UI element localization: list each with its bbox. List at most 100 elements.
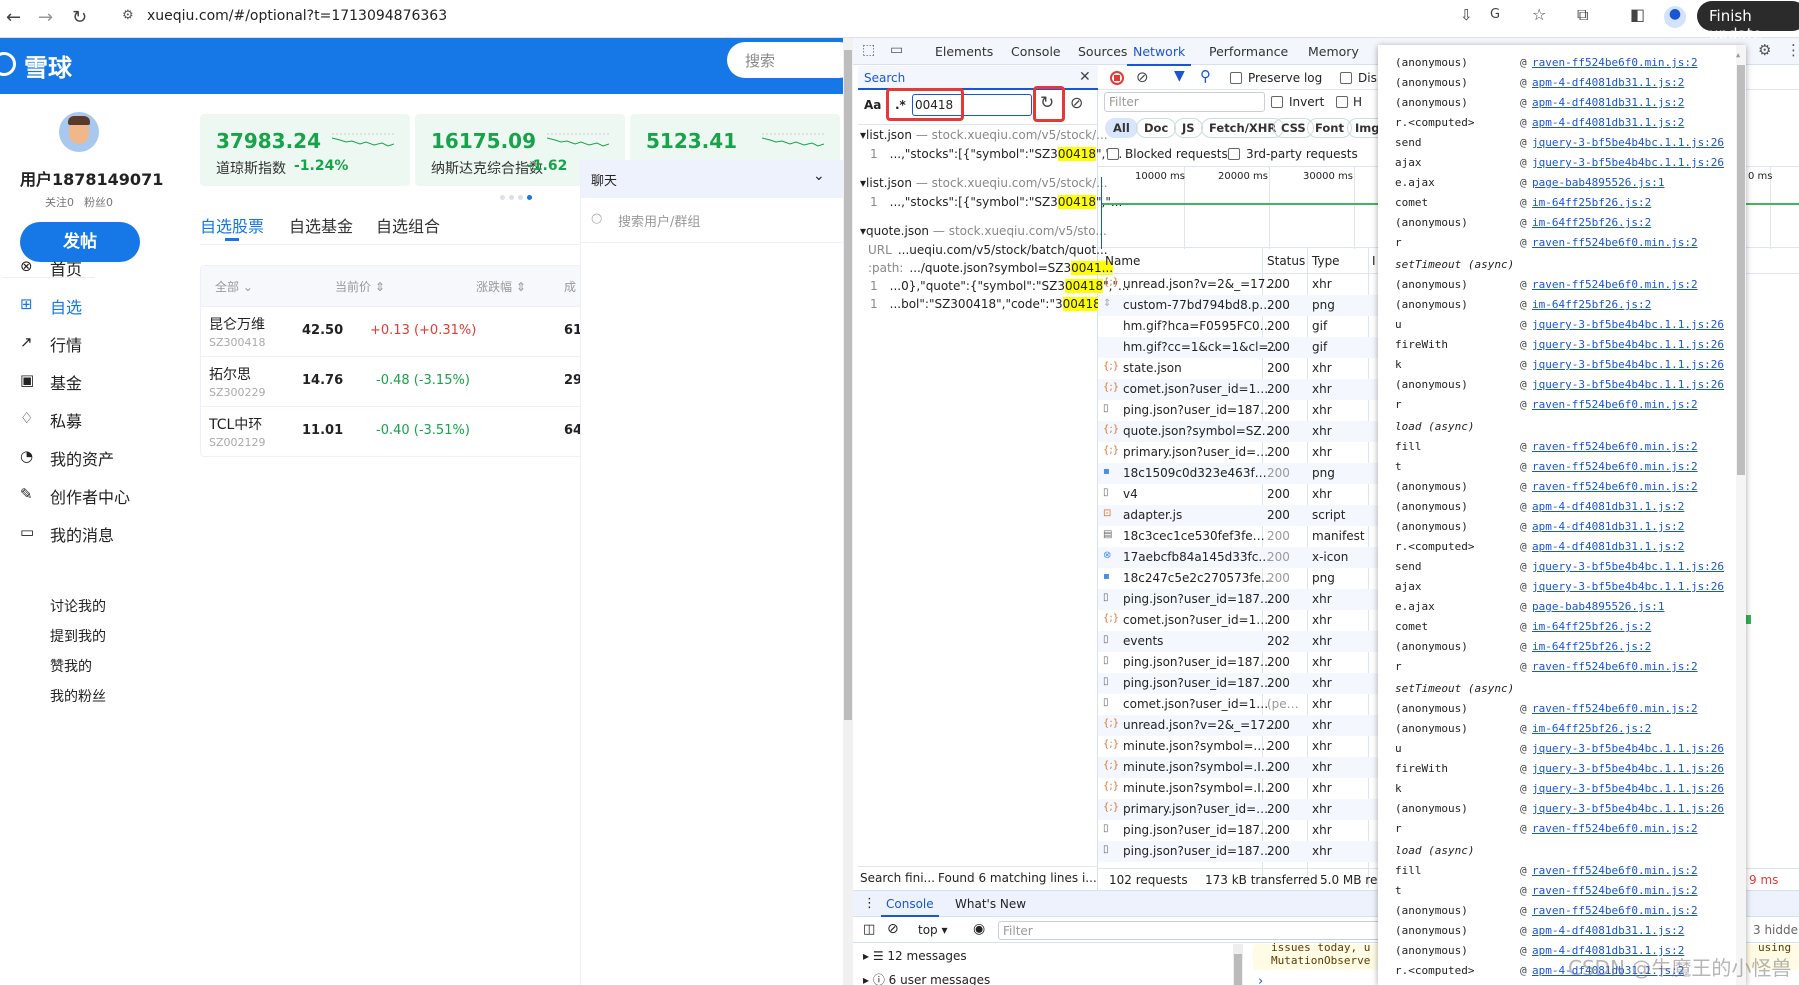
- hide-data-urls-checkbox[interactable]: [1336, 96, 1348, 108]
- sidebar-subitem[interactable]: 赞我的: [50, 656, 92, 676]
- sidebar-item[interactable]: ⊗ 首页: [20, 256, 150, 280]
- context-selector[interactable]: top ▾: [918, 923, 948, 937]
- type-filter-chip[interactable]: All: [1105, 118, 1138, 138]
- sidebar-item[interactable]: ▣ 基金: [20, 370, 150, 394]
- site-search-input[interactable]: 搜索: [727, 42, 853, 78]
- stock-name[interactable]: 昆仑万维: [209, 314, 265, 334]
- sidebar-item[interactable]: ▭ 我的消息: [20, 522, 150, 546]
- record-icon[interactable]: [1110, 71, 1124, 85]
- stock-name[interactable]: 拓尔思: [209, 364, 251, 384]
- address-bar[interactable]: ⚙ xueqiu.com/#/optional?t=1713094876363 …: [112, 2, 1546, 32]
- sidebar-item[interactable]: ↗ 行情: [20, 332, 150, 356]
- sidebar-subitem[interactable]: 提到我的: [50, 626, 106, 646]
- forward-icon[interactable]: →: [38, 7, 53, 28]
- preserve-log-checkbox[interactable]: [1230, 72, 1242, 84]
- disable-cache-checkbox[interactable]: [1340, 72, 1352, 84]
- col-type[interactable]: Type: [1312, 254, 1340, 268]
- extensions-icon[interactable]: ⧉: [1577, 5, 1588, 25]
- search-result-file[interactable]: ▾quote.json — stock.xueqiu.com/v5/sto...: [860, 224, 1107, 238]
- search-result-line[interactable]: URL ...ueqiu.com/v5/stock/batch/quot...: [868, 243, 1108, 257]
- search-result-line[interactable]: :path: .../quote.json?symbol=SZ30041...: [868, 261, 1114, 275]
- source-link[interactable]: raven-ff524be6f0.min.js:2: [1532, 440, 1698, 453]
- source-link[interactable]: apm-4-df4081db31.1.js:2: [1532, 116, 1684, 129]
- filter-all-dropdown[interactable]: 全部 ⌄: [215, 278, 253, 295]
- sidebar-scrollbar[interactable]: [1233, 944, 1243, 985]
- source-link[interactable]: raven-ff524be6f0.min.js:2: [1532, 884, 1698, 897]
- tab-console[interactable]: Console: [881, 897, 939, 917]
- source-link[interactable]: jquery-3-bf5be4b4bc.1.1.js:26: [1532, 378, 1724, 391]
- source-link[interactable]: jquery-3-bf5be4b4bc.1.1.js:26: [1532, 156, 1724, 169]
- search-result-line[interactable]: 1...bol":"SZ300418","code":"300418",...: [870, 297, 1122, 311]
- reload-icon[interactable]: ↻: [72, 7, 87, 28]
- filter-funnel-icon[interactable]: ▼: [1174, 68, 1185, 84]
- source-link[interactable]: raven-ff524be6f0.min.js:2: [1532, 56, 1698, 69]
- live-expression-eye-icon[interactable]: ◉: [973, 921, 985, 937]
- col-status[interactable]: Status: [1267, 254, 1305, 268]
- source-link[interactable]: raven-ff524be6f0.min.js:2: [1532, 236, 1698, 249]
- type-filter-chip[interactable]: Fetch/XHR: [1201, 118, 1285, 138]
- source-link[interactable]: raven-ff524be6f0.min.js:2: [1532, 904, 1698, 917]
- index-card[interactable]: 37983.24 道琼斯指数 -1.24%: [200, 114, 410, 186]
- source-link[interactable]: jquery-3-bf5be4b4bc.1.1.js:26: [1532, 762, 1724, 775]
- third-party-checkbox[interactable]: [1228, 148, 1240, 160]
- sidebar-item[interactable]: ♢ 私募: [20, 408, 150, 432]
- fans-count[interactable]: 粉丝0: [84, 194, 113, 210]
- search-icon[interactable]: ⚲: [1200, 67, 1211, 85]
- col-name[interactable]: Name: [1105, 254, 1140, 268]
- url-text[interactable]: xueqiu.com/#/optional?t=1713094876363: [147, 8, 447, 24]
- source-link[interactable]: im-64ff25bf26.js:2: [1532, 640, 1651, 653]
- source-link[interactable]: raven-ff524be6f0.min.js:2: [1532, 822, 1698, 835]
- type-filter-chip[interactable]: Font: [1307, 118, 1352, 138]
- source-link[interactable]: apm-4-df4081db31.1.js:2: [1532, 924, 1684, 937]
- sort-change[interactable]: 涨跌幅 ⇕: [476, 278, 526, 295]
- settings-gear-icon[interactable]: ⚙: [1758, 41, 1771, 59]
- invert-checkbox[interactable]: [1271, 96, 1283, 108]
- chat-search-input[interactable]: ○ 搜索用户/群组: [581, 198, 844, 243]
- source-link[interactable]: apm-4-df4081db31.1.js:2: [1532, 500, 1684, 513]
- source-link[interactable]: im-64ff25bf26.js:2: [1532, 722, 1651, 735]
- network-filter-input[interactable]: Filter: [1104, 92, 1265, 112]
- source-link[interactable]: jquery-3-bf5be4b4bc.1.1.js:26: [1532, 802, 1724, 815]
- source-link[interactable]: apm-4-df4081db31.1.js:2: [1532, 520, 1684, 533]
- source-link[interactable]: raven-ff524be6f0.min.js:2: [1532, 660, 1698, 673]
- devtools-tab[interactable]: Sources: [1078, 44, 1127, 59]
- devtools-tab[interactable]: Performance: [1209, 44, 1288, 59]
- chat-header[interactable]: 聊天 ⌄: [581, 160, 844, 198]
- watchlist-tab[interactable]: 自选股票: [200, 213, 264, 237]
- popover-scrollbar[interactable]: ▲: [1736, 45, 1746, 985]
- sort-price[interactable]: 当前价 ⇕: [335, 278, 385, 295]
- page-scrollbar[interactable]: [843, 38, 853, 985]
- clear-console-icon[interactable]: ⊘: [887, 921, 899, 937]
- source-link[interactable]: apm-4-df4081db31.1.js:2: [1532, 76, 1684, 89]
- source-link[interactable]: page-bab4895526.js:1: [1532, 600, 1664, 613]
- source-link[interactable]: raven-ff524be6f0.min.js:2: [1532, 480, 1698, 493]
- tab-whats-new[interactable]: What's New: [955, 897, 1026, 911]
- message-group[interactable]: ▸ ⓘ 6 user messages: [863, 971, 990, 985]
- console-filter-input[interactable]: Filter: [998, 921, 1398, 940]
- type-filter-chip[interactable]: Doc: [1136, 118, 1177, 138]
- table-row[interactable]: 拓尔思 SZ300229 14.76 -0.48 (-3.15%) 29.62: [201, 356, 589, 406]
- watchlist-tab[interactable]: 自选组合: [376, 213, 440, 237]
- sidebar-subitem[interactable]: 我的粉丝: [50, 686, 106, 706]
- devtools-tab[interactable]: Network: [1127, 44, 1192, 66]
- install-icon[interactable]: ⇩: [1460, 6, 1473, 24]
- source-link[interactable]: jquery-3-bf5be4b4bc.1.1.js:26: [1532, 136, 1724, 149]
- search-result-line[interactable]: 1...,"stocks":[{"symbol":"SZ300418","...: [870, 195, 1122, 209]
- source-link[interactable]: im-64ff25bf26.js:2: [1532, 216, 1651, 229]
- source-link[interactable]: jquery-3-bf5be4b4bc.1.1.js:26: [1532, 338, 1724, 351]
- search-result-line[interactable]: 1...,"stocks":[{"symbol":"SZ300418","...: [870, 147, 1122, 161]
- sidebar-item[interactable]: ✎ 创作者中心: [20, 484, 150, 508]
- devtools-tab[interactable]: Memory: [1308, 44, 1359, 59]
- source-link[interactable]: raven-ff524be6f0.min.js:2: [1532, 398, 1698, 411]
- source-link[interactable]: jquery-3-bf5be4b4bc.1.1.js:26: [1532, 742, 1724, 755]
- source-link[interactable]: raven-ff524be6f0.min.js:2: [1532, 702, 1698, 715]
- finish-update-button[interactable]: Finish update: [1697, 1, 1799, 43]
- source-link[interactable]: jquery-3-bf5be4b4bc.1.1.js:26: [1532, 782, 1724, 795]
- source-link[interactable]: raven-ff524be6f0.min.js:2: [1532, 864, 1698, 877]
- col-initiator[interactable]: I: [1372, 254, 1376, 268]
- search-result-file[interactable]: ▾list.json — stock.xueqiu.com/v5/stock/.…: [860, 128, 1108, 142]
- follow-count[interactable]: 关注0: [45, 194, 74, 210]
- table-row[interactable]: 昆仑万维 SZ300418 42.50 +0.13 (+0.31%) 61.79: [201, 306, 589, 356]
- table-row[interactable]: TCL中环 SZ002129 11.01 -0.40 (-3.51%) 64.7…: [201, 406, 589, 456]
- blocked-requests-checkbox[interactable]: [1107, 148, 1119, 160]
